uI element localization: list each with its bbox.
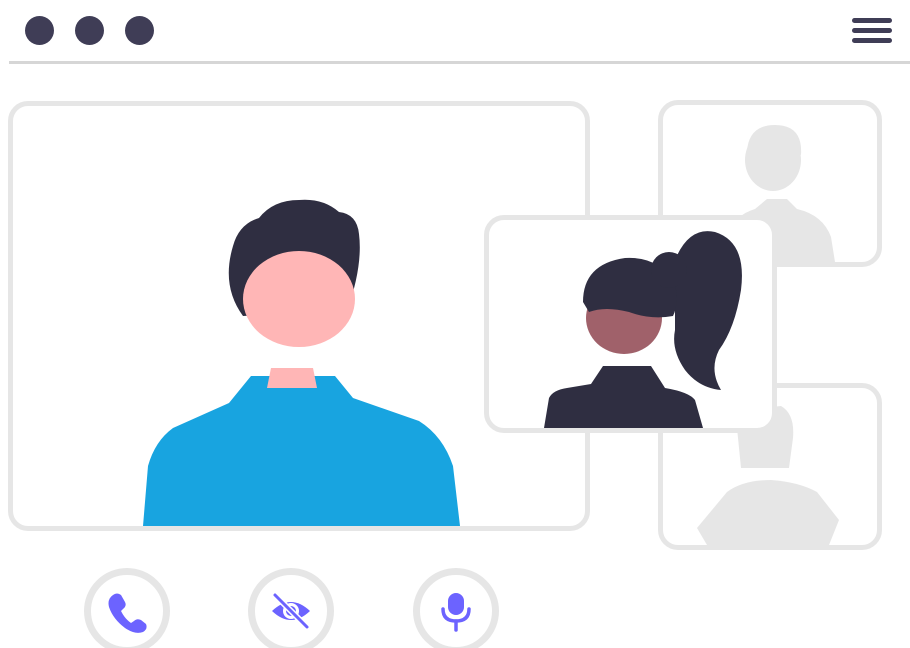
toggle-video-button[interactable] [248,568,334,648]
toggle-microphone-button[interactable] [413,568,499,648]
eye-slash-icon [272,592,310,630]
self-view-avatar [544,231,742,428]
video-call-app [0,0,910,648]
phone-icon [108,593,147,633]
window-control-dot-icon[interactable] [125,16,154,45]
self-view-video-tile[interactable] [484,215,777,433]
window-control-dot-icon[interactable] [25,16,54,45]
hamburger-menu-icon[interactable] [849,16,895,46]
end-call-button[interactable] [84,568,170,648]
title-bar-divider [9,61,910,64]
microphone-icon [441,593,471,632]
window-control-dot-icon[interactable] [75,16,104,45]
